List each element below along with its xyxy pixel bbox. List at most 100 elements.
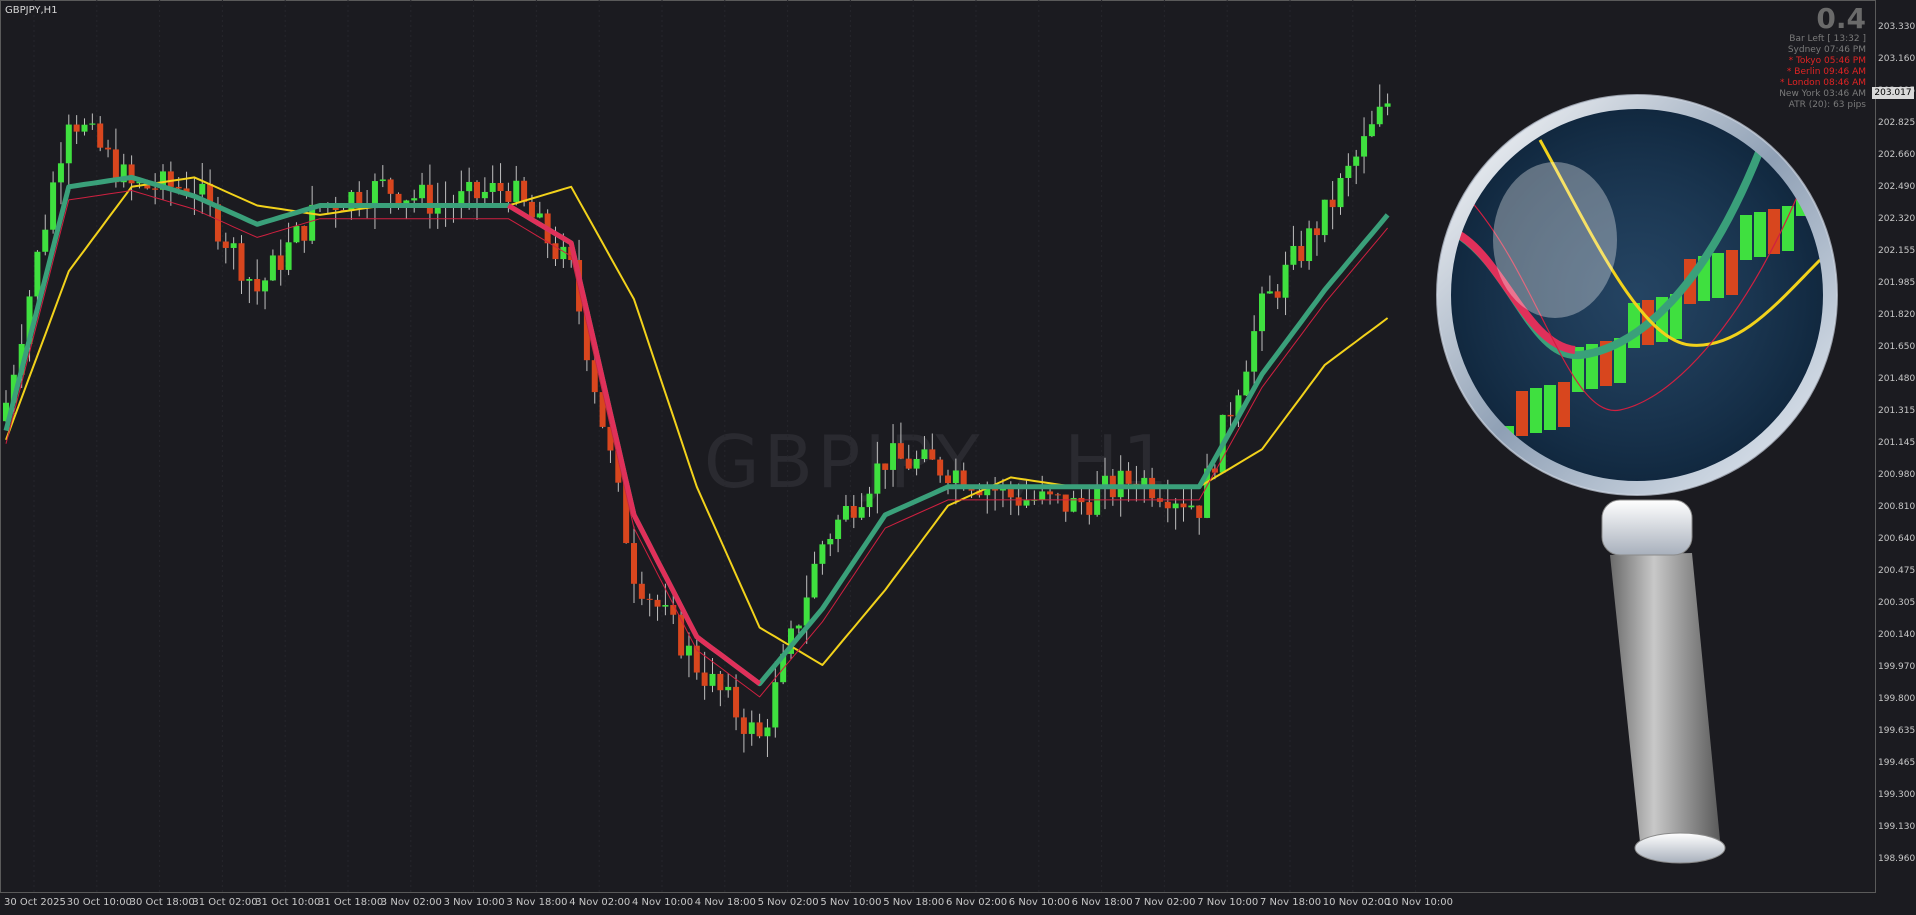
price-axis[interactable]: 203.330203.160202.995202.825202.660202.4… — [1876, 0, 1916, 893]
bear-candle — [254, 279, 261, 292]
time-tick-label: 6 Nov 10:00 — [1008, 897, 1070, 908]
bull-candle — [81, 124, 88, 132]
bear-candle — [897, 443, 904, 459]
bull-candle — [65, 124, 72, 164]
bear-candle — [97, 123, 104, 148]
bull-candle — [685, 645, 692, 656]
price-tick-label: 200.640 — [1878, 534, 1916, 544]
bull-candle — [1259, 293, 1265, 332]
bear-candle — [733, 686, 740, 718]
price-tick-label: 199.970 — [1878, 662, 1916, 672]
time-tick-label: 3 Nov 10:00 — [443, 897, 505, 908]
price-tick-label: 202.155 — [1878, 246, 1916, 256]
bear-candle — [850, 506, 857, 518]
price-tick-label: 202.320 — [1878, 214, 1916, 224]
bull-candle — [1361, 136, 1368, 157]
bull-candle — [921, 449, 928, 459]
info-row: Sydney 07:46 PM — [1779, 45, 1866, 56]
price-tick-label: 202.490 — [1878, 182, 1916, 192]
bear-candle — [654, 599, 661, 607]
time-tick-label: 31 Oct 10:00 — [255, 897, 321, 908]
bull-candle — [795, 625, 802, 629]
info-row: * Tokyo 05:46 PM — [1779, 56, 1866, 67]
bear-candle — [740, 717, 747, 734]
info-row: ATR (20): 63 pips — [1779, 100, 1866, 111]
bear-candle — [670, 605, 677, 615]
info-panel: 0.4 Bar Left [ 13:32 ] Sydney 07:46 PM * T… — [1779, 4, 1866, 111]
bull-candle — [42, 229, 49, 252]
bull-candle — [748, 722, 755, 734]
bull-candle — [230, 243, 237, 248]
time-tick-label: 5 Nov 10:00 — [820, 897, 882, 908]
bull-candle — [1321, 199, 1328, 236]
bear-candle — [426, 184, 433, 214]
bull-candle — [466, 181, 473, 192]
bear-candle — [505, 191, 512, 202]
bear-candle — [756, 722, 763, 737]
time-tick-label: 7 Nov 18:00 — [1260, 897, 1322, 908]
thin-moving-average-line — [5, 190, 1388, 698]
bull-candle — [34, 251, 41, 297]
current-price-tag: 203.017 — [1872, 87, 1914, 99]
time-axis[interactable]: 30 Oct 2025 30 Oct 10:00 30 Oct 18:00 31 Oc… — [0, 893, 1876, 915]
bear-candle — [1062, 494, 1069, 512]
bear-candle — [882, 463, 889, 470]
bull-candle — [1188, 505, 1195, 508]
price-tick-label: 200.140 — [1878, 630, 1916, 640]
price-tick-label: 199.465 — [1878, 758, 1916, 768]
price-tick-label: 199.800 — [1878, 694, 1916, 704]
bull-candle — [1290, 245, 1297, 265]
price-tick-label: 201.145 — [1878, 438, 1916, 448]
bull-candle — [1023, 499, 1030, 506]
price-tick-label: 203.160 — [1878, 54, 1916, 64]
price-tick-label: 200.980 — [1878, 470, 1916, 480]
bull-candle — [1039, 491, 1046, 500]
bear-candle — [73, 124, 80, 132]
bull-candle — [866, 493, 873, 508]
bull-candle — [1243, 371, 1250, 396]
bull-candle — [772, 682, 779, 728]
bull-candle — [293, 226, 300, 243]
info-row-label: * Tokyo — [1788, 56, 1822, 66]
bear-candle — [238, 243, 245, 281]
bear-candle — [937, 459, 944, 476]
bull-candle — [1384, 103, 1391, 107]
bear-candle — [301, 226, 308, 241]
info-row: Bar Left [ 13:32 ] — [1779, 34, 1866, 45]
bear-candle — [1015, 497, 1022, 506]
bull-candle — [827, 538, 834, 545]
bear-candle — [152, 188, 159, 190]
price-tick-label: 198.960 — [1878, 854, 1916, 864]
bull-candle — [842, 506, 849, 520]
time-tick-label: 7 Nov 02:00 — [1134, 897, 1196, 908]
bull-candle — [481, 191, 488, 199]
bull-candle — [1172, 503, 1179, 509]
price-tick-label: 199.635 — [1878, 726, 1916, 736]
bull-candle — [1282, 264, 1289, 298]
info-row-value: 09:46 AM — [1820, 67, 1866, 77]
bull-candle — [1266, 291, 1273, 294]
info-row-label: * Berlin — [1786, 67, 1821, 77]
bear-candle — [277, 255, 284, 270]
time-tick-label: 4 Nov 02:00 — [569, 897, 631, 908]
bear-candle — [1313, 228, 1320, 236]
bear-candle — [1047, 491, 1054, 495]
bear-candle — [497, 183, 504, 192]
bull-candle — [89, 123, 96, 125]
bear-candle — [1054, 494, 1061, 496]
bear-candle — [474, 181, 480, 199]
info-row-value: 08:46 AM — [1820, 78, 1866, 88]
price-tick-label: 202.660 — [1878, 150, 1916, 160]
price-tick-label: 201.985 — [1878, 278, 1916, 288]
bull-candle — [1117, 470, 1124, 498]
price-tick-label: 203.330 — [1878, 22, 1916, 32]
bear-candle — [387, 179, 394, 194]
bear-candle — [1274, 291, 1281, 298]
info-row-value: 03:46 AM — [1820, 89, 1866, 99]
price-chart-svg[interactable] — [0, 0, 1876, 893]
time-tick-label: 10 Nov 10:00 — [1385, 897, 1454, 908]
price-tick-label: 201.820 — [1878, 310, 1916, 320]
price-tick-label: 200.305 — [1878, 598, 1916, 608]
chart-grid — [33, 0, 1417, 893]
spread-value: 0.4 — [1816, 2, 1866, 35]
